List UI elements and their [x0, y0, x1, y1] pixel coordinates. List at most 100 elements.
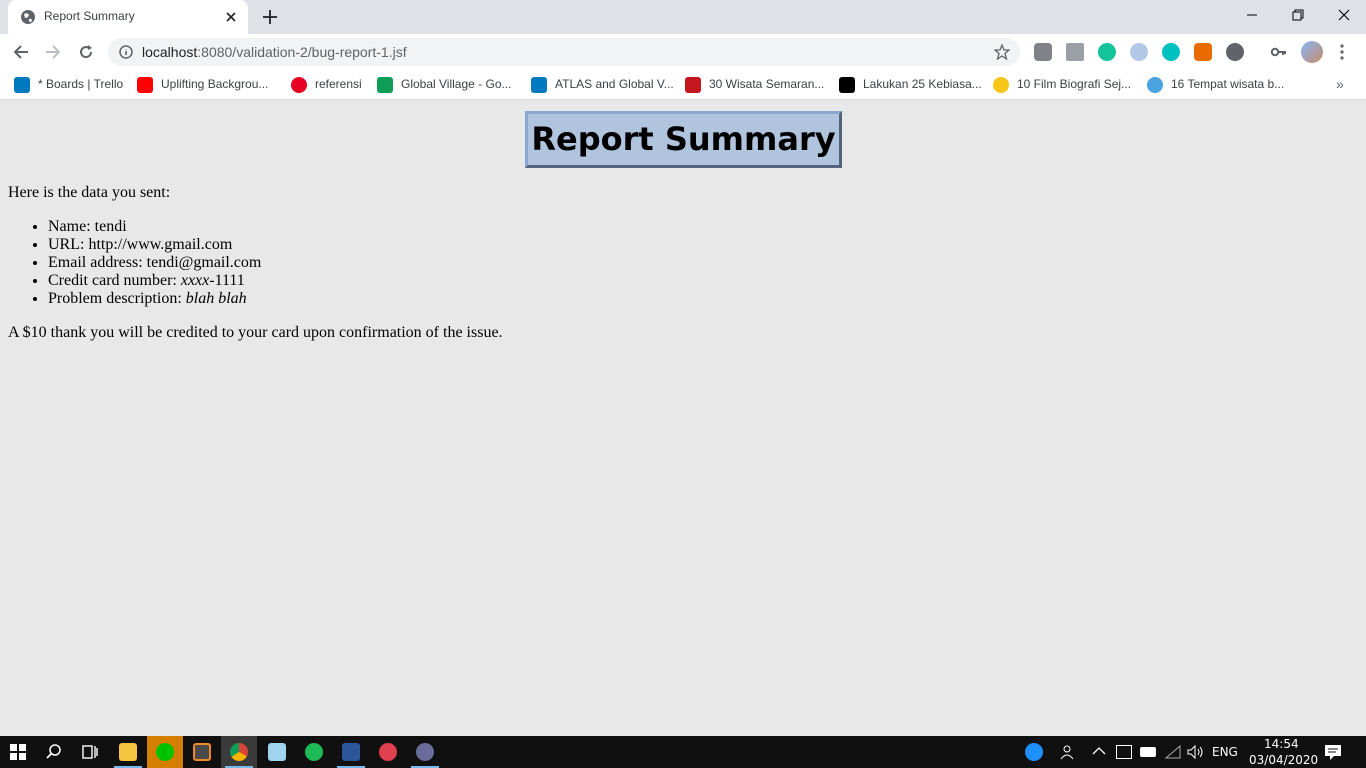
bookmark-label: ATLAS and Global V...: [555, 77, 674, 91]
chrome-button[interactable]: [221, 736, 257, 768]
bookmark-star-icon[interactable]: [994, 44, 1010, 60]
line-app-button[interactable]: [147, 736, 183, 768]
battery-icon[interactable]: [1140, 747, 1156, 757]
circle-extension-icon[interactable]: [1226, 43, 1244, 61]
tab-report-summary[interactable]: Report Summary: [8, 0, 248, 34]
notepad-button[interactable]: [259, 736, 295, 768]
url-path: :8080/validation-2/bug-report-1.jsf: [197, 44, 407, 60]
bookmark-label: Uplifting Backgrou...: [161, 77, 269, 91]
folder-icon: [119, 743, 137, 761]
google-drive-icon: [377, 77, 393, 93]
youtube-icon: [137, 77, 153, 93]
back-arrow-icon: [13, 45, 28, 59]
card-label: Credit card number:: [48, 272, 181, 289]
card-masked: xxxx: [180, 272, 210, 289]
chrome-icon: [230, 743, 248, 761]
people-icon[interactable]: [1060, 744, 1078, 760]
restore-button[interactable]: [1274, 0, 1320, 30]
minimize-button[interactable]: [1228, 0, 1274, 30]
new-tab-icon[interactable]: [258, 6, 282, 28]
back-button[interactable]: [8, 39, 34, 65]
app-button[interactable]: [370, 736, 406, 768]
sublime-text-button[interactable]: [184, 736, 220, 768]
wifi-icon[interactable]: [1164, 744, 1182, 760]
language-indicator[interactable]: ENG: [1212, 745, 1238, 759]
cube-extension-icon[interactable]: [1066, 43, 1084, 61]
bookmark-label: 10 Film Biografi Sej...: [1017, 77, 1132, 91]
mendeley-icon[interactable]: [1162, 43, 1180, 61]
info-icon[interactable]: [119, 45, 133, 59]
line-icon: [156, 743, 174, 761]
bookmark-label: 30 Wisata Semaran...: [709, 77, 825, 91]
key-icon[interactable]: [1270, 43, 1288, 61]
profile-avatar[interactable]: [1301, 41, 1323, 63]
feather-extension-icon[interactable]: [1130, 43, 1148, 61]
bookmarks-overflow-icon[interactable]: »: [1336, 76, 1344, 92]
restore-icon: [1292, 9, 1304, 21]
page-title-box: Report Summary: [525, 111, 842, 168]
page-title: Report Summary: [531, 120, 836, 158]
kebab-menu-icon[interactable]: [1336, 43, 1348, 61]
card-suffix: -1111: [209, 272, 245, 289]
volume-icon[interactable]: [1186, 744, 1206, 760]
forward-button[interactable]: [40, 39, 66, 65]
chevron-up-icon[interactable]: [1092, 746, 1106, 756]
settings-app-button[interactable]: [407, 736, 443, 768]
list-item-description: Problem description: blah blah: [48, 290, 261, 308]
m-icon: [685, 77, 701, 93]
gear-icon: [416, 743, 434, 761]
windows-icon: [10, 744, 26, 760]
help-tray-button[interactable]: [1016, 736, 1052, 768]
file-explorer-button[interactable]: [110, 736, 146, 768]
word-icon: [342, 743, 360, 761]
trello-icon: [531, 77, 547, 93]
list-item-name: Name: tendi: [48, 218, 261, 236]
notepad-icon: [268, 743, 286, 761]
address-bar[interactable]: localhost:8080/validation-2/bug-report-1…: [108, 38, 1020, 66]
task-view-button[interactable]: [72, 736, 108, 768]
snipping-icon: [379, 743, 397, 761]
data-list: Name: tendi URL: http://www.gmail.com Em…: [48, 218, 261, 308]
url-text[interactable]: localhost:8080/validation-2/bug-report-1…: [142, 44, 407, 60]
search-icon: [46, 744, 61, 759]
grammarly-icon[interactable]: [1098, 43, 1116, 61]
taskbar: ENG 14:54 03/04/2020: [0, 736, 1366, 768]
z-icon: [993, 77, 1009, 93]
bookmark-label: 16 Tempat wisata b...: [1171, 77, 1285, 91]
search-button[interactable]: [36, 736, 72, 768]
network-icon[interactable]: [1116, 745, 1132, 759]
task-view-icon: [82, 745, 98, 759]
bookmark-label: Lakukan 25 Kebiasa...: [863, 77, 982, 91]
name-label: Name:: [48, 218, 95, 235]
start-button[interactable]: [0, 736, 36, 768]
reload-button[interactable]: [73, 39, 99, 65]
description-value: blah blah: [185, 290, 247, 307]
spotify-icon: [305, 743, 323, 761]
notifications-icon[interactable]: [1324, 743, 1342, 761]
list-item-url: URL: http://www.gmail.com: [48, 236, 261, 254]
close-window-button[interactable]: [1320, 0, 1366, 30]
bird-icon: [1147, 77, 1163, 93]
intro-text: Here is the data you sent:: [8, 184, 171, 201]
clock-time[interactable]: 14:54: [1264, 737, 1299, 751]
list-item-email: Email address: tendi@gmail.com: [48, 254, 261, 272]
word-button[interactable]: [333, 736, 369, 768]
pinterest-icon: [291, 77, 307, 93]
sc-extension-icon[interactable]: [1194, 43, 1212, 61]
chat-extension-icon[interactable]: [1034, 43, 1052, 61]
close-window-icon: [1338, 9, 1350, 21]
help-icon: [1025, 743, 1043, 761]
spotify-button[interactable]: [296, 736, 332, 768]
bookmarks-bar: * Boards | Trello Uplifting Backgrou... …: [0, 70, 1366, 100]
close-tab-icon[interactable]: [222, 8, 240, 26]
list-item-card: Credit card number: xxxx-1111: [48, 272, 261, 290]
medium-icon: [839, 77, 855, 93]
sublime-icon: [193, 743, 211, 761]
clock-date[interactable]: 03/04/2020: [1249, 753, 1318, 767]
url-host: localhost: [142, 44, 198, 60]
tab-title: Report Summary: [44, 9, 135, 23]
trello-icon: [14, 77, 30, 93]
url-label: URL:: [48, 236, 89, 253]
page-content: Report Summary Here is the data you sent…: [0, 101, 1366, 736]
reload-icon: [80, 45, 93, 59]
